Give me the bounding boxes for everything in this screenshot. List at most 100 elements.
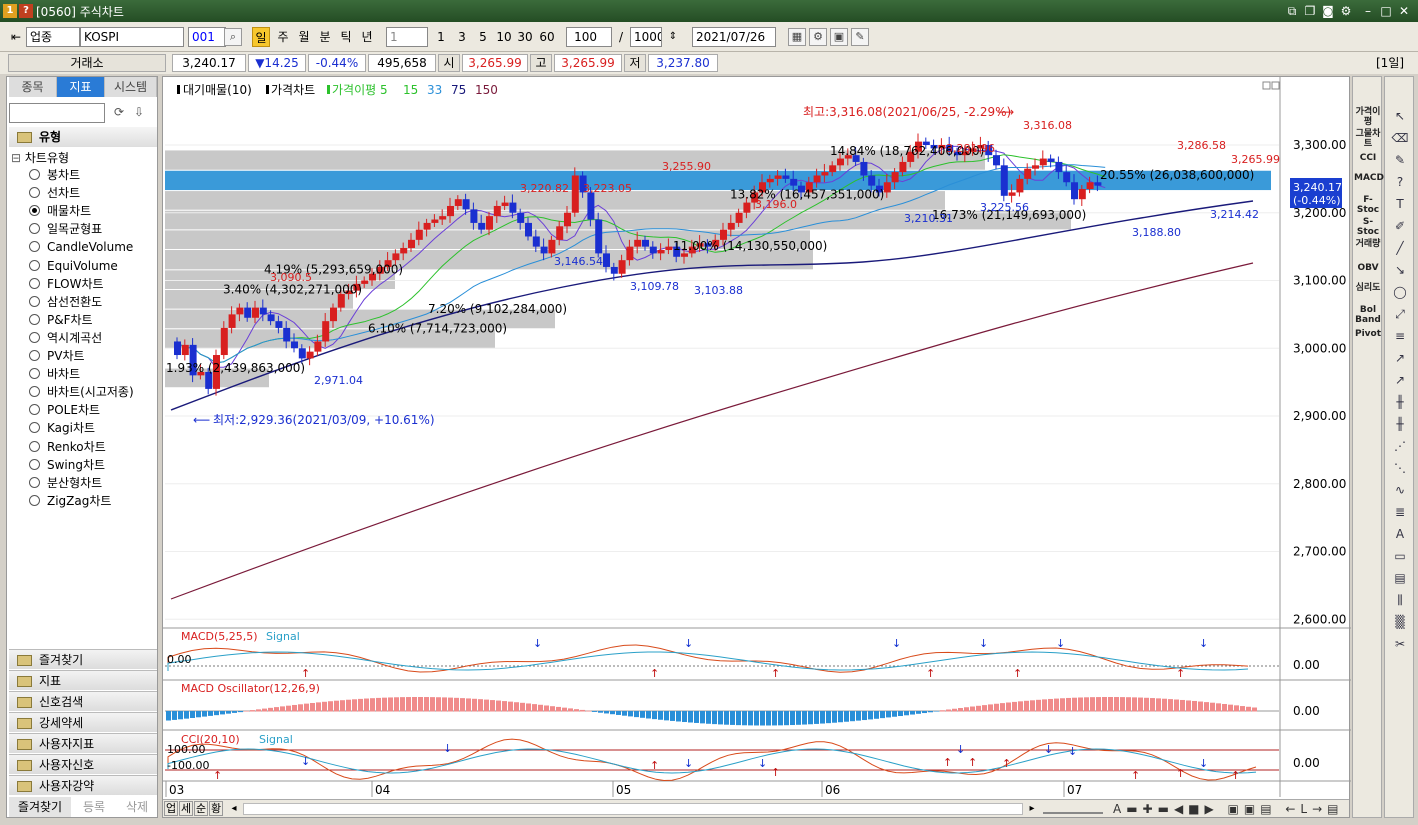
- section-type[interactable]: 유형: [9, 127, 157, 147]
- scroll-right-icon[interactable]: ▸: [1025, 801, 1039, 816]
- market-select[interactable]: 업종: [26, 27, 80, 47]
- fan-icon[interactable]: ╫: [1390, 415, 1410, 433]
- gear-icon[interactable]: ⚙: [1338, 3, 1354, 19]
- folder-item[interactable]: 사용자강약: [9, 775, 157, 795]
- legend-volume-profile[interactable]: 대기매물(10): [183, 83, 252, 97]
- channel-icon[interactable]: ⋰: [1390, 437, 1410, 455]
- indicator-shortcut[interactable]: S-Stoc: [1354, 217, 1382, 237]
- radio-icon[interactable]: [29, 313, 40, 325]
- chart-type-option[interactable]: 역시계곡선: [29, 329, 102, 347]
- period-day[interactable]: 일: [252, 27, 270, 47]
- line-icon[interactable]: ╱: [1390, 239, 1410, 257]
- indicator-search-input[interactable]: [9, 103, 105, 123]
- bottom-btn-status[interactable]: 황: [209, 801, 223, 816]
- bottom-tab-delete[interactable]: 삭제: [117, 797, 157, 817]
- tab-indicator[interactable]: 지표: [57, 77, 105, 97]
- radio-icon[interactable]: [29, 205, 40, 217]
- interval-1[interactable]: 1: [432, 27, 450, 47]
- interval-30[interactable]: 30: [515, 27, 535, 47]
- download-icon[interactable]: ⇩: [131, 105, 147, 121]
- radio-icon[interactable]: [29, 422, 40, 434]
- interval-5[interactable]: 5: [474, 27, 492, 47]
- legend-ma33[interactable]: 33: [427, 83, 442, 97]
- count-input[interactable]: 100: [566, 27, 612, 47]
- save-icon[interactable]: ▣: [830, 28, 848, 46]
- scroll-left-icon[interactable]: ◂: [227, 801, 241, 816]
- pointer-icon[interactable]: ↖: [1390, 107, 1410, 125]
- folder-item[interactable]: 사용자지표: [9, 733, 157, 753]
- interval-60[interactable]: 60: [537, 27, 557, 47]
- help-icon[interactable]: ?: [1390, 173, 1410, 191]
- folder-item[interactable]: 지표: [9, 670, 157, 690]
- book-icon[interactable]: ⫼: [1390, 591, 1410, 609]
- chart-type-option[interactable]: Kagi차트: [29, 419, 95, 437]
- code-input[interactable]: 001: [188, 27, 226, 47]
- page-icon[interactable]: ▤: [1390, 569, 1410, 587]
- nav-icons[interactable]: A▬✚▬◀■▶ ▣▣▤ ←L→▤: [1113, 800, 1343, 818]
- radio-icon[interactable]: [29, 404, 40, 416]
- cycle-icon[interactable]: ⋱: [1390, 459, 1410, 477]
- wrench-icon[interactable]: ✂: [1390, 635, 1410, 653]
- chart-type-option[interactable]: 바차트: [29, 365, 80, 383]
- auto-icon[interactable]: A: [1390, 525, 1410, 543]
- pencil-icon[interactable]: ✎: [1390, 151, 1410, 169]
- chart-type-option[interactable]: Swing차트: [29, 456, 105, 474]
- legend-ma15[interactable]: 15: [403, 83, 418, 97]
- interval-3[interactable]: 3: [453, 27, 471, 47]
- radio-icon[interactable]: [29, 386, 40, 398]
- folder-item[interactable]: 강세약세: [9, 712, 157, 732]
- brush-icon[interactable]: ✐: [1390, 217, 1410, 235]
- chart-type-option[interactable]: 매물차트: [29, 202, 91, 220]
- chart-type-option[interactable]: Renko차트: [29, 438, 106, 456]
- wave-icon[interactable]: ∿: [1390, 481, 1410, 499]
- fibonacci-icon[interactable]: ≣: [1390, 503, 1410, 521]
- tree-root[interactable]: ⊟ 차트유형: [11, 149, 69, 166]
- parallel-icon[interactable]: ≡: [1390, 327, 1410, 345]
- arrows-icon[interactable]: ⇕: [666, 27, 680, 47]
- period-tick[interactable]: 틱: [337, 27, 355, 47]
- total-input[interactable]: 1000: [630, 27, 662, 47]
- arrow-icon[interactable]: ↗: [1390, 371, 1410, 389]
- indicator-shortcut[interactable]: CCI: [1354, 153, 1382, 163]
- chart-type-option[interactable]: 일목균형표: [29, 220, 102, 238]
- interval-select[interactable]: 1: [386, 27, 428, 47]
- chart-type-option[interactable]: ZigZag차트: [29, 492, 111, 510]
- date-input[interactable]: 2021/07/26: [692, 27, 776, 47]
- indicator-shortcut[interactable]: F-Stoc: [1354, 195, 1382, 215]
- bottom-btn-order[interactable]: 순: [194, 801, 208, 816]
- chart-type-option[interactable]: 삼선전환도: [29, 293, 102, 311]
- radio-icon[interactable]: [29, 440, 40, 452]
- radio-icon[interactable]: [29, 187, 40, 199]
- indicator-shortcut[interactable]: 그물차트: [1354, 129, 1382, 149]
- radio-icon[interactable]: [29, 350, 40, 361]
- legend-price-chart[interactable]: 가격차트: [271, 83, 315, 97]
- maximize-icon[interactable]: □: [1378, 3, 1394, 19]
- circle-icon[interactable]: ◯: [1390, 283, 1410, 301]
- radio-icon[interactable]: [29, 295, 40, 307]
- folder-item[interactable]: 사용자신호: [9, 754, 157, 774]
- period-month[interactable]: 월: [295, 27, 313, 47]
- bottom-btn-up[interactable]: 업: [164, 801, 178, 816]
- indicator-shortcut[interactable]: 심리도: [1354, 283, 1382, 293]
- ray-icon[interactable]: ↗: [1390, 349, 1410, 367]
- minimize-icon[interactable]: –: [1360, 3, 1376, 19]
- copy-icon[interactable]: ❐: [1302, 3, 1318, 19]
- tab-stock[interactable]: 종목: [9, 77, 57, 97]
- measure-icon[interactable]: ⤢: [1390, 305, 1410, 323]
- legend-ma150[interactable]: 150: [475, 83, 498, 97]
- period-year[interactable]: 년: [358, 27, 376, 47]
- zoom-slider[interactable]: [1043, 804, 1103, 814]
- radio-icon[interactable]: [29, 241, 40, 253]
- search-icon[interactable]: ⌕: [224, 28, 242, 46]
- radio-icon[interactable]: [29, 223, 40, 235]
- chart-type-option[interactable]: PV차트: [29, 347, 85, 365]
- period-week[interactable]: 주: [274, 27, 292, 47]
- radio-icon[interactable]: [29, 476, 40, 488]
- chart-type-option[interactable]: FLOW차트: [29, 275, 104, 293]
- chart-area[interactable]: 14.84% (18,762,406,000) 20.55% (26,038,60…: [162, 76, 1351, 818]
- refresh-icon[interactable]: ⟳: [111, 105, 127, 121]
- stat-icon[interactable]: ▒: [1390, 613, 1410, 631]
- indicator-shortcut[interactable]: Pivot: [1354, 329, 1382, 339]
- eraser-icon[interactable]: ⌫: [1390, 129, 1410, 147]
- link-icon[interactable]: ⧉: [1284, 3, 1300, 19]
